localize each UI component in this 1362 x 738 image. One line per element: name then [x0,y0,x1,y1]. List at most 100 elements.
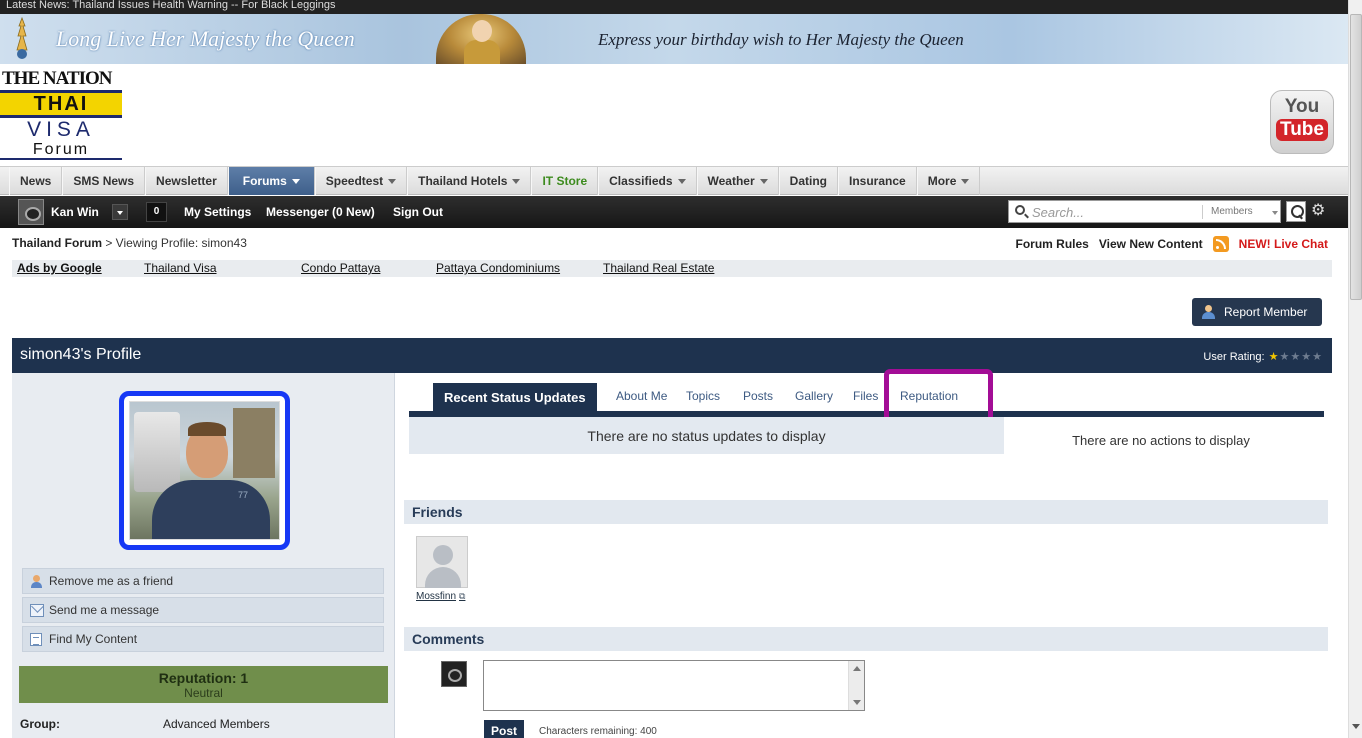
nav-more[interactable]: More [916,167,981,195]
ad-link-thailand-real-estate[interactable]: Thailand Real Estate [603,261,714,275]
royal-emblem-icon [16,16,28,59]
tab-posts[interactable]: Posts [743,383,773,411]
tab-recent-status-updates[interactable]: Recent Status Updates [433,383,597,411]
breadcrumb-root-link[interactable]: Thailand Forum [12,236,102,250]
youtube-icon[interactable]: You Tube [1270,90,1334,154]
birthday-wish-link[interactable]: Express your birthday wish to Her Majest… [598,30,964,50]
nav-news-label: News [20,174,52,188]
textarea-scrollbar[interactable] [848,661,864,710]
report-member-button[interactable]: Report Member [1192,298,1322,326]
news-ticker[interactable]: Latest News: Thailand Issues Health Warn… [0,0,1362,14]
nav-more-label: More [927,174,957,188]
long-live-text: Long Live Her Majesty the Queen [56,26,355,51]
nav-classifieds-label: Classifieds [609,174,673,188]
remove-friend-button[interactable]: Remove me as a friend [22,568,384,594]
view-new-content-link[interactable]: View New Content [1099,237,1203,251]
nav-speedtest[interactable]: Speedtest [314,167,408,195]
star-icon[interactable]: ★ [1290,351,1300,363]
live-chat-link[interactable]: NEW! Live Chat [1239,237,1328,251]
user-avatar[interactable] [18,199,44,225]
rating-stars[interactable]: ★★★★★ [1268,351,1322,363]
find-content-label: Find My Content [49,632,138,646]
profile-photo[interactable] [129,401,280,540]
page: Latest News: Thailand Issues Health Warn… [0,0,1362,738]
ad-link-thailand-visa[interactable]: Thailand Visa [144,261,217,275]
star-icon[interactable]: ★ [1269,351,1279,363]
friends-section-title: Friends [404,500,1328,524]
reputation-title: Reputation: 1 [158,670,249,686]
nav-news[interactable]: News [9,167,63,195]
tab-gallery[interactable]: Gallery [795,383,833,411]
report-member-label: Report Member [1224,305,1308,319]
nav-it-store[interactable]: IT Store [531,167,599,195]
star-icon[interactable]: ★ [1301,351,1311,363]
nav-forums-label: Forums [242,174,287,188]
tab-topics[interactable]: Topics [686,383,720,411]
nav-classifieds[interactable]: Classifieds [598,167,697,195]
nav-newsletter[interactable]: Newsletter [145,167,228,195]
ad-link-condo-pattaya[interactable]: Condo Pattaya [301,261,380,275]
nav-weather[interactable]: Weather [696,167,779,195]
search-scope-select[interactable]: Members [1202,205,1253,219]
search-button[interactable] [1286,201,1306,222]
find-content-button[interactable]: Find My Content [22,626,384,652]
tab-files[interactable]: Files [853,383,878,411]
page-scrollbar[interactable] [1348,0,1362,738]
forum-rules-link[interactable]: Forum Rules [1016,237,1089,251]
comment-textarea[interactable] [483,660,865,711]
rss-icon[interactable] [1212,236,1229,252]
gear-icon[interactable]: ⚙ [1311,200,1325,220]
youtube-you-text: You [1284,96,1320,117]
chevron-down-icon [961,179,970,185]
messenger-link[interactable]: Messenger (0 New) [266,205,375,219]
user-menu-dropdown[interactable] [112,204,128,220]
nav-thailand-hotels-label: Thailand Hotels [418,174,508,188]
username-link[interactable]: Kan Win [51,205,99,219]
logo-line-visa: VISA [27,118,95,141]
queen-birthday-banner[interactable]: Long Live Her Majesty the Queen Express … [0,14,1348,64]
star-icon[interactable]: ★ [1280,351,1290,363]
friend-avatar[interactable] [416,536,468,588]
post-comment-button[interactable]: Post [484,720,524,738]
breadcrumb-current: > Viewing Profile: simon43 [105,236,247,250]
group-value: Advanced Members [163,717,270,731]
notification-count[interactable]: 0 [146,202,167,222]
site-logo[interactable]: THE NATION THAI VISA Forum [0,68,123,160]
nav-sms-news[interactable]: SMS News [62,167,146,195]
envelope-icon [30,604,44,617]
ads-row: Ads by Google Thailand Visa Condo Pattay… [12,260,1332,277]
star-icon[interactable]: ★ [1312,351,1322,363]
characters-remaining: Characters remaining: 400 [539,726,657,737]
queen-portrait [436,14,526,64]
my-settings-link[interactable]: My Settings [184,205,251,219]
search-placeholder: Search... [1032,205,1085,220]
logo-line-thai: THAI [0,90,122,118]
ticker-text[interactable]: Latest News: Thailand Issues Health Warn… [6,0,336,11]
nav-dating[interactable]: Dating [778,167,838,195]
user-rating[interactable]: User Rating: ★★★★★ [1203,350,1322,363]
nav-weather-label: Weather [707,174,755,188]
nav-insurance[interactable]: Insurance [838,167,917,195]
send-message-button[interactable]: Send me a message [22,597,384,623]
breadcrumb: Thailand Forum > Viewing Profile: simon4… [12,236,247,250]
top-links: Forum Rules View New Content NEW! Live C… [1016,236,1328,252]
profile-header: simon43's Profile User Rating: ★★★★★ [12,338,1332,373]
no-actions-message: There are no actions to display [1072,433,1250,448]
nav-thailand-hotels[interactable]: Thailand Hotels [407,167,532,195]
search-input[interactable]: Search... Members [1008,200,1281,223]
profile-photo-frame [119,391,290,550]
user-bar: Kan Win 0 My Settings Messenger (0 New) … [0,196,1348,228]
friend-name-link[interactable]: Mossfinn ⧉ [416,591,472,602]
tab-about-me[interactable]: About Me [616,383,667,411]
status-updates-panel: There are no status updates to display [409,417,1004,454]
document-icon [30,633,42,646]
scroll-down-arrow-icon[interactable] [1352,724,1360,729]
friend-card[interactable]: Mossfinn ⧉ [416,536,472,602]
scrollbar-thumb[interactable] [1350,14,1362,300]
nav-forums[interactable]: Forums [227,167,315,195]
sign-out-link[interactable]: Sign Out [393,205,443,219]
external-link-icon[interactable]: ⧉ [459,591,465,601]
ads-by-google-link[interactable]: Ads by Google [17,261,102,275]
nav-newsletter-label: Newsletter [156,174,217,188]
ad-link-pattaya-condominiums[interactable]: Pattaya Condominiums [436,261,560,275]
